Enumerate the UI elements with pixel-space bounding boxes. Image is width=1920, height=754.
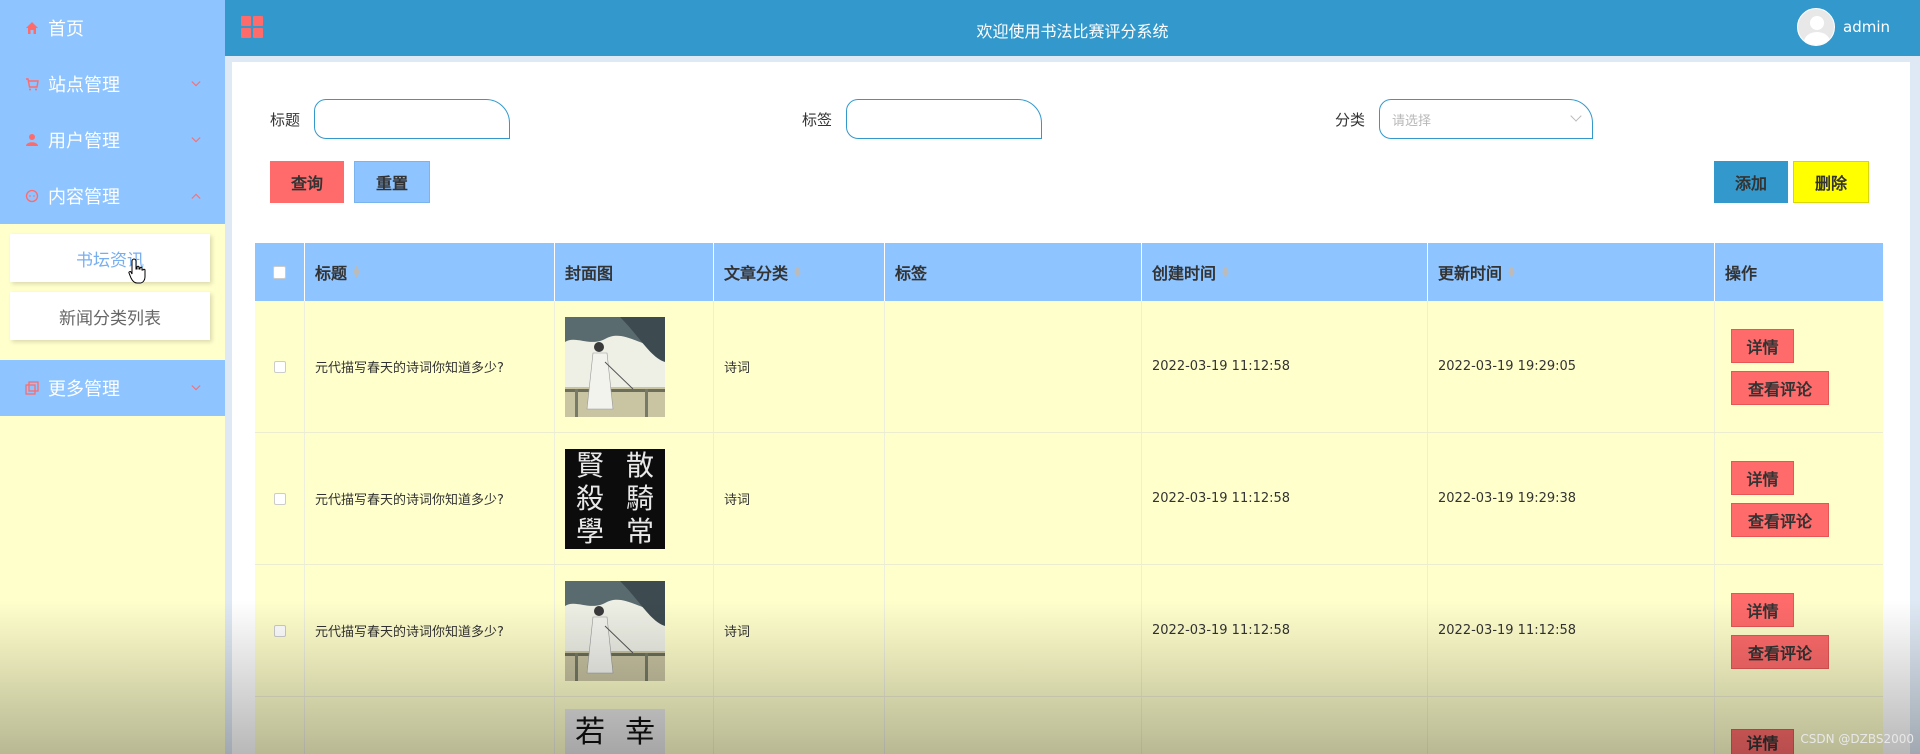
calligraphy-char: 殺 [575,481,604,515]
select-all-checkbox[interactable] [273,265,286,279]
tag-label: 标签 [802,111,833,129]
row-tag [885,301,1142,432]
col-tag: 标签 [885,243,1142,301]
chat-icon [24,188,40,204]
view-comments-button[interactable]: 查看评论 [1731,634,1829,669]
sidebar-item-more[interactable]: 更多管理 [0,360,225,416]
col-created[interactable]: 创建时间 ▲ ▼ [1142,243,1428,301]
row-updated: 2022-03-19 19:29:38 [1428,433,1715,564]
submenu-item-news[interactable]: 书坛资讯 [10,234,210,282]
category-placeholder: 请选择 [1392,113,1432,129]
detail-button[interactable]: 详情 [1731,729,1794,754]
row-category: 诗词 [714,433,885,564]
select-all-cell [255,243,305,301]
row-category: 诗词 [714,301,885,432]
sidebar: 首页 站点管理 用户管理 内容管理 书坛资讯 新闻分类列表 更多管理 [0,0,225,754]
sort-icon: ▲ ▼ [1508,264,1515,280]
table-row: 元代描写春天的诗词你知道多少? 诗词 2022-03-19 11:12:58 2… [255,565,1883,697]
chevron-down-icon [191,135,201,145]
reset-button[interactable]: 重置 [354,161,430,203]
calligraphy-char: 散 [625,448,654,482]
row-title: 元代描写春天的诗词你知道多少? [305,301,555,432]
view-comments-button[interactable]: 查看评论 [1731,502,1829,537]
table-header: 标题 ▲ ▼ 封面图 文章分类 ▲ ▼ 标签 创建时间 ▲ ▼ 更新时间 ▲ ▼ 操作 [255,243,1883,301]
calligraphy-char: 賢 [575,448,604,482]
username: admin [1843,18,1890,36]
calligraphy-char: 常 [625,514,654,548]
user-menu[interactable]: admin [1797,8,1890,46]
cart-icon [24,76,40,92]
submenu-item-news-category[interactable]: 新闻分类列表 [10,292,210,340]
col-actions: 操作 [1725,264,1758,283]
col-cover: 封面图 [555,243,714,301]
row-created: 2022-03-19 11:12:58 [1142,433,1428,564]
row-created: 2022-03-19 11:12:58 [1142,301,1428,432]
chevron-down-icon [1570,110,1582,122]
view-comments-button[interactable]: 查看评论 [1731,370,1829,405]
sidebar-item-label: 站点管理 [48,75,120,96]
detail-button[interactable]: 详情 [1731,328,1794,363]
row-checkbox[interactable] [273,492,286,505]
avatar[interactable] [1797,8,1835,46]
sidebar-item-label: 更多管理 [48,379,120,400]
content-submenu: 书坛资讯 新闻分类列表 [0,224,225,360]
home-icon [24,20,40,36]
tag-input[interactable] [846,99,1042,139]
cover-image: 賢 散 殺 騎 學 常 [565,448,665,549]
row-updated: 2022-03-19 19:29:05 [1428,301,1715,432]
sort-icon: ▲ ▼ [353,264,360,280]
query-button[interactable]: 查询 [270,161,344,203]
cover-image: 若 幸 [565,709,665,754]
hand-cursor-icon [128,258,146,288]
category-select[interactable]: 请选择 [1379,99,1593,139]
row-updated: 2022-03-19 11:12:58 [1428,565,1715,696]
row-category: 诗词 [714,565,885,696]
table-row: 元代描写春天的诗词你知道多少? 賢 散 殺 騎 學 常 诗词 2022-03-1… [255,433,1883,565]
sidebar-item-content[interactable]: 内容管理 [0,168,225,224]
calligraphy-char: 學 [575,514,604,548]
sort-icon: ▲ ▼ [794,264,801,280]
row-title: 元代描写春天的诗词你知道多少? [305,565,555,696]
col-category[interactable]: 文章分类 ▲ ▼ [714,243,885,301]
detail-button[interactable]: 详情 [1731,460,1794,495]
news-table: 标题 ▲ ▼ 封面图 文章分类 ▲ ▼ 标签 创建时间 ▲ ▼ 更新时间 ▲ ▼ 操作 元代描写… [255,243,1883,754]
sidebar-item-label: 用户管理 [48,131,120,152]
title-input[interactable] [314,99,510,139]
col-updated[interactable]: 更新时间 ▲ ▼ [1428,243,1715,301]
user-icon [24,132,40,148]
row-checkbox[interactable] [273,360,286,373]
calligraphy-char: 騎 [625,481,654,515]
calligraphy-char: 幸 [625,715,655,750]
table-row: 元代描写春天的诗词你知道多少? 诗词 2022-03-19 11:12:58 2… [255,301,1883,433]
row-title: 元代描写春天的诗词你知道多少? [305,433,555,564]
row-tag [885,433,1142,564]
chevron-down-icon [191,383,201,393]
sidebar-item-users[interactable]: 用户管理 [0,112,225,168]
sort-icon: ▲ ▼ [1222,264,1229,280]
delete-button[interactable]: 删除 [1793,161,1869,203]
col-title[interactable]: 标题 ▲ ▼ [305,243,555,301]
top-header: 欢迎使用书法比赛评分系统 admin [225,0,1920,56]
table-row: 若 幸 详情 [255,697,1883,754]
sidebar-item-label: 首页 [48,19,84,40]
row-tag [885,565,1142,696]
sidebar-item-label: 内容管理 [48,187,120,208]
chevron-down-icon [191,79,201,89]
sidebar-item-home[interactable]: 首页 [0,0,225,56]
copy-icon [24,380,40,396]
title-label: 标题 [270,111,301,129]
page-title: 欢迎使用书法比赛评分系统 [976,22,1169,41]
detail-button[interactable]: 详情 [1731,592,1794,627]
cover-image [565,580,665,681]
sidebar-item-site[interactable]: 站点管理 [0,56,225,112]
add-button[interactable]: 添加 [1714,161,1788,203]
row-checkbox[interactable] [273,624,286,637]
chevron-up-icon [191,191,201,201]
row-created: 2022-03-19 11:12:58 [1142,565,1428,696]
cover-image [565,316,665,417]
watermark: CSDN @DZBS2000 [1800,732,1914,746]
calligraphy-char: 若 [575,715,605,750]
category-label: 分类 [1335,111,1366,129]
